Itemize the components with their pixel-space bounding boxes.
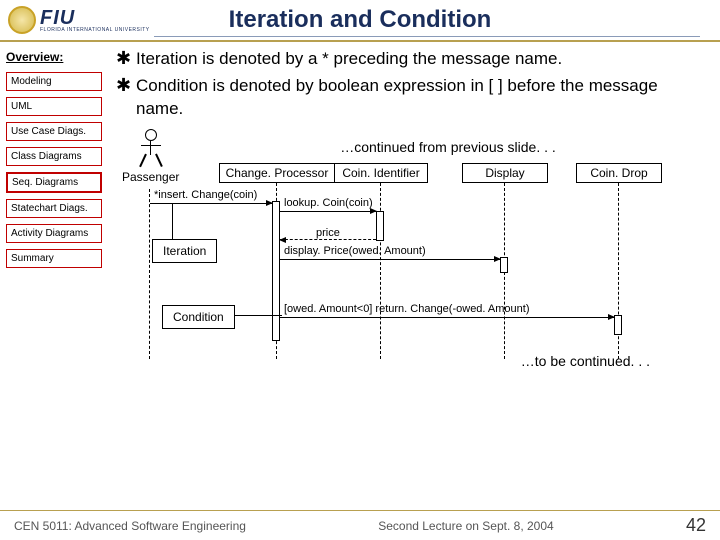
main-content: ✱ Iteration is denoted by a * preceding … xyxy=(108,42,720,502)
slide-title: Iteration and Condition xyxy=(229,6,492,34)
slide-header: FIU FLORIDA INTERNATIONAL UNIVERSITY Ite… xyxy=(0,0,720,42)
arrow-insert xyxy=(150,203,272,204)
arrow-display xyxy=(280,259,500,260)
slide-body: Overview: Modeling UML Use Case Diags. C… xyxy=(0,42,720,502)
object-change-processor: Change. Processor xyxy=(219,163,335,183)
footer-center: Second Lecture on Sept. 8, 2004 xyxy=(378,519,553,533)
actor-head-icon xyxy=(145,129,157,141)
actor-label: Passenger xyxy=(122,170,179,184)
msg-display: display. Price(owed. Amount) xyxy=(284,245,426,257)
actor-passenger: Passenger xyxy=(122,129,179,185)
sidebar-item-seq[interactable]: Seq. Diagrams xyxy=(6,172,102,193)
callout-line-iteration xyxy=(172,203,173,239)
callout-iteration: Iteration xyxy=(152,239,217,263)
callout-line-condition xyxy=(234,315,282,316)
sidebar-item-statechart[interactable]: Statechart Diags. xyxy=(6,199,102,218)
sidebar-item-class[interactable]: Class Diagrams xyxy=(6,147,102,166)
fiu-logo: FIU FLORIDA INTERNATIONAL UNIVERSITY xyxy=(8,6,150,34)
logo-sub: FLORIDA INTERNATIONAL UNIVERSITY xyxy=(40,28,150,33)
sidebar: Overview: Modeling UML Use Case Diags. C… xyxy=(0,42,108,502)
bullet-icon: ✱ xyxy=(116,48,136,71)
lifeline-ci xyxy=(380,183,381,359)
bullet-icon: ✱ xyxy=(116,75,136,121)
activation-cp xyxy=(272,201,280,341)
arrow-lookup xyxy=(280,211,376,212)
continued-bottom: …to be continued. . . xyxy=(521,353,650,369)
slide-footer: CEN 5011: Advanced Software Engineering … xyxy=(0,510,720,536)
sidebar-item-modeling[interactable]: Modeling xyxy=(6,72,102,91)
msg-price: price xyxy=(316,227,340,239)
sidebar-item-uml[interactable]: UML xyxy=(6,97,102,116)
object-coin-identifier: Coin. Identifier xyxy=(334,163,428,183)
bullet-list: ✱ Iteration is denoted by a * preceding … xyxy=(116,48,700,121)
sidebar-item-activity[interactable]: Activity Diagrams xyxy=(6,224,102,243)
activation-display xyxy=(500,257,508,273)
footer-left: CEN 5011: Advanced Software Engineering xyxy=(14,519,246,533)
page-number: 42 xyxy=(686,515,706,536)
msg-return: [owed. Amount<0] return. Change(-owed. A… xyxy=(284,303,530,315)
sidebar-item-summary[interactable]: Summary xyxy=(6,249,102,268)
logo-main: FIU xyxy=(40,8,150,28)
bullet-2: ✱ Condition is denoted by boolean expres… xyxy=(116,75,700,121)
bullet-1: ✱ Iteration is denoted by a * preceding … xyxy=(116,48,700,71)
bullet-text: Iteration is denoted by a * preceding th… xyxy=(136,48,562,71)
sidebar-item-usecase[interactable]: Use Case Diags. xyxy=(6,122,102,141)
continued-top: …continued from previous slide. . . xyxy=(196,139,700,155)
sidebar-heading: Overview: xyxy=(6,50,102,64)
arrow-price xyxy=(280,239,376,240)
object-coin-drop: Coin. Drop xyxy=(576,163,662,183)
callout-condition: Condition xyxy=(162,305,235,329)
title-underline xyxy=(154,36,700,37)
msg-insert: *insert. Change(coin) xyxy=(154,189,257,201)
sequence-diagram: Passenger Change. Processor Coin. Identi… xyxy=(116,157,700,387)
activation-cd xyxy=(614,315,622,335)
seal-icon xyxy=(8,6,36,34)
bullet-text: Condition is denoted by boolean expressi… xyxy=(136,75,700,121)
lifeline-actor xyxy=(149,189,150,359)
activation-ci xyxy=(376,211,384,241)
msg-lookup: lookup. Coin(coin) xyxy=(284,197,373,209)
object-display: Display xyxy=(462,163,548,183)
arrow-return xyxy=(280,317,614,318)
